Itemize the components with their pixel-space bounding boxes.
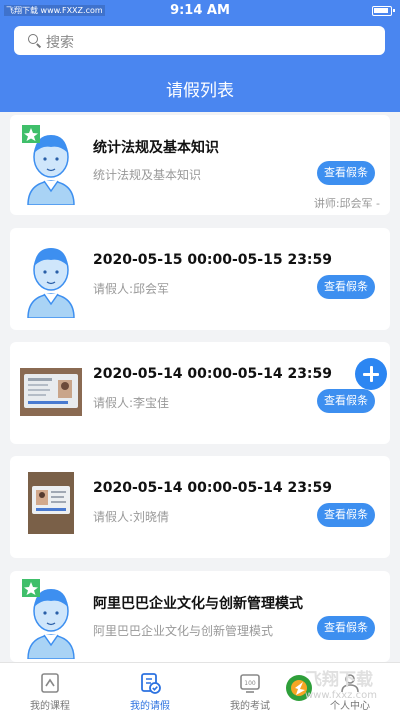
page-title: 请假列表 (166, 81, 234, 101)
card-subtitle: 请假人:刘晓倩 (93, 510, 170, 524)
view-leave-button[interactable]: 查看假条 (317, 503, 375, 527)
card-subtitle: 请假人:李宝佳 (93, 396, 170, 410)
tab-my-leave[interactable]: 我的请假 (100, 663, 200, 711)
search-placeholder: 搜索 (46, 35, 74, 51)
leave-icon (141, 673, 161, 694)
view-leave-button[interactable]: 查看假条 (317, 161, 375, 185)
search-icon (28, 34, 38, 44)
card-title: 阿里巴巴企业文化与创新管理模式 (93, 596, 303, 612)
tab-label: 我的课程 (30, 701, 70, 711)
view-leave-button[interactable]: 查看假条 (317, 275, 375, 299)
card-subtitle: 阿里巴巴企业文化与创新管理模式 (93, 624, 274, 638)
svg-text:100: 100 (244, 680, 256, 687)
exam-icon: 100 (240, 674, 260, 693)
leave-card[interactable]: 阿里巴巴企业文化与创新管理模式 阿里巴巴企业文化与创新管理模式 查看假条 (10, 571, 390, 662)
avatar (22, 579, 75, 659)
tab-label: 我的请假 (130, 701, 170, 711)
avatar (27, 248, 75, 318)
leave-card[interactable]: 2020-05-14 00:00-05-14 23:59 请假人:李宝佳 查看假… (10, 342, 390, 444)
card-subtitle: 请假人:邱会军 (93, 282, 170, 296)
card-title: 2020-05-15 00:00-05-15 23:59 (93, 252, 333, 268)
battery-icon (372, 6, 395, 16)
course-icon (41, 673, 59, 693)
status-bar: 飞翔下载 www.FXXZ.com 9:14 AM (0, 0, 400, 22)
card-subtitle: 统计法规及基本知识 (93, 168, 202, 182)
leave-photo (20, 368, 82, 416)
leave-card[interactable]: 统计法规及基本知识 统计法规及基本知识 查看假条 讲师:邱会军 - (10, 115, 390, 215)
leave-card[interactable]: 2020-05-15 00:00-05-15 23:59 请假人:邱会军 查看假… (10, 228, 390, 330)
search-input[interactable]: 搜索 (14, 26, 385, 55)
leave-card[interactable]: 2020-05-14 00:00-05-14 23:59 请假人:刘晓倩 查看假… (10, 456, 390, 558)
header: 飞翔下载 www.FXXZ.com 9:14 AM 搜索 请假列表 (0, 0, 400, 112)
watermark-url: www.fxxz.com (305, 690, 377, 701)
leave-photo (28, 472, 74, 534)
view-leave-button[interactable]: 查看假条 (317, 616, 375, 640)
lecturer-label: 讲师:邱会军 - (313, 197, 380, 210)
card-title: 2020-05-14 00:00-05-14 23:59 (93, 366, 333, 382)
view-leave-button[interactable]: 查看假条 (317, 389, 375, 413)
add-leave-button[interactable] (355, 358, 387, 390)
avatar (22, 125, 75, 205)
tab-my-courses[interactable]: 我的课程 (0, 663, 100, 711)
card-title: 统计法规及基本知识 (93, 140, 219, 156)
card-title: 2020-05-14 00:00-05-14 23:59 (93, 480, 333, 496)
watermark-text: 飞翔下载 (305, 670, 373, 690)
status-time: 9:14 AM (170, 3, 230, 18)
